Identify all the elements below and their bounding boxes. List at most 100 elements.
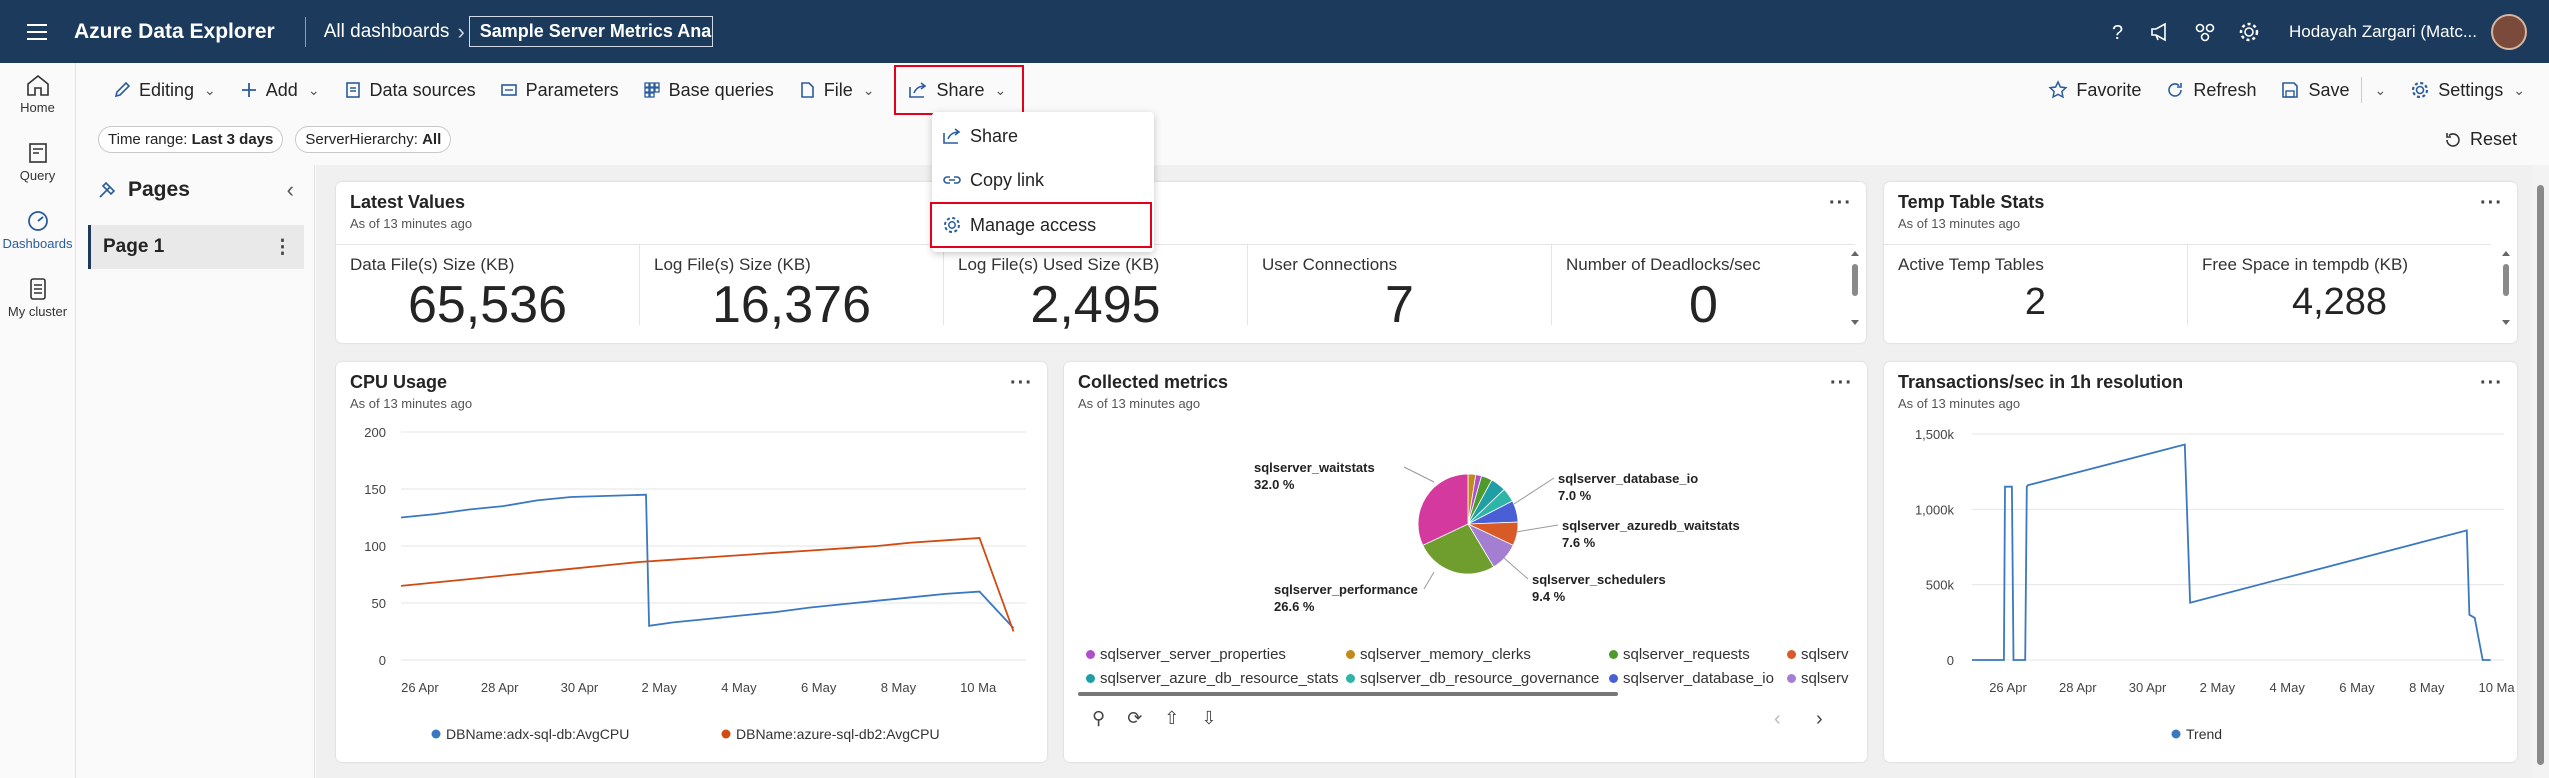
- kpi-scrollbar[interactable]: [1850, 250, 1860, 326]
- editing-button[interactable]: Editing ⌄: [101, 68, 228, 112]
- top-right-area: ? Hodayah Zargari (Matc...: [2095, 0, 2549, 63]
- data-sources-label: Data sources: [369, 79, 476, 100]
- kpi-value: 4,288: [2291, 281, 2388, 323]
- cluster-icon: [29, 278, 46, 300]
- kpi-row: Data File(s) Size (KB) 65,536 Log File(s…: [336, 244, 1855, 334]
- y-tick-label: 50: [372, 596, 386, 611]
- legend-item[interactable]: sqlserver_memory_clerks: [1346, 646, 1531, 663]
- legend-item[interactable]: sqlserver_azure_db_resource_stats: [1086, 670, 1338, 687]
- search-icon[interactable]: ⚲: [1092, 708, 1105, 729]
- more-icon[interactable]: ···: [1829, 192, 1852, 215]
- leader-line: [1423, 571, 1435, 590]
- x-tick-label: 2 May: [641, 680, 677, 695]
- save-button[interactable]: Save: [2268, 68, 2361, 112]
- legend-label: sqlserver_db_resource_governance: [1360, 670, 1600, 687]
- x-tick-label: 28 Apr: [481, 680, 519, 695]
- x-tick-label: 4 May: [721, 680, 757, 695]
- legend-item[interactable]: sqlserv: [1787, 646, 1849, 663]
- download-icon[interactable]: ⇩: [1201, 708, 1216, 729]
- save-icon: [2282, 82, 2299, 98]
- share-button[interactable]: Share ⌄: [894, 65, 1025, 115]
- kpi-card: Log File(s) Size (KB) 16,376: [640, 245, 944, 334]
- collapse-icon[interactable]: ‹: [287, 177, 294, 203]
- x-tick-label: 10 Ma: [960, 680, 997, 695]
- connections-icon[interactable]: [2183, 0, 2227, 63]
- share-icon: [909, 82, 927, 98]
- menu-item-manage-access[interactable]: Manage access: [930, 202, 1152, 248]
- help-icon[interactable]: ?: [2095, 0, 2139, 63]
- x-tick-label: 8 May: [881, 680, 917, 695]
- legend-item[interactable]: sqlserver_requests: [1609, 646, 1750, 663]
- kpi-label: User Connections: [1262, 255, 1398, 274]
- gear-icon[interactable]: [2227, 0, 2271, 63]
- kpi-card: Active Temp Tables 2: [1884, 245, 2188, 325]
- legend-item[interactable]: sqlserver_database_io: [1609, 670, 1774, 687]
- kpi-value: 2,495: [1030, 276, 1161, 334]
- top-bar: Azure Data Explorer All dashboards › Sam…: [0, 0, 2549, 63]
- time-range-value: Last 3 days: [191, 131, 274, 148]
- add-button[interactable]: Add ⌄: [228, 68, 332, 112]
- cpu-usage-tile: CPU Usage As of 13 minutes ago ··· 200 15…: [336, 362, 1047, 762]
- feedback-icon[interactable]: [2139, 0, 2183, 63]
- refresh-button[interactable]: Refresh: [2153, 68, 2268, 112]
- more-icon[interactable]: ···: [2480, 192, 2503, 215]
- x-tick-label: 10 Ma: [2478, 680, 2515, 695]
- file-button[interactable]: File ⌄: [786, 68, 887, 112]
- dashboard-name[interactable]: Sample Server Metrics Anal: [468, 16, 713, 47]
- toolbar-right: Favorite Refresh Save ⌄ Settings ⌄: [2036, 68, 2537, 112]
- legend-item[interactable]: sqlserver_db_resource_governance: [1346, 670, 1599, 687]
- nav-my-cluster[interactable]: My cluster: [0, 277, 75, 335]
- slice-label: sqlserver_azuredb_waitstats: [1562, 518, 1740, 533]
- menu-item-copy-link[interactable]: Copy link: [932, 158, 1154, 202]
- user-name[interactable]: Hodayah Zargari (Matc...: [2289, 22, 2477, 42]
- star-icon: [2048, 80, 2068, 99]
- parameters-button[interactable]: Parameters: [488, 68, 631, 112]
- export-icon[interactable]: ⇧: [1164, 708, 1179, 729]
- server-hierarchy-filter[interactable]: ServerHierarchy: All: [295, 126, 452, 153]
- data-sources-button[interactable]: Data sources: [332, 68, 488, 112]
- chevron-left-icon[interactable]: ‹: [1774, 708, 1781, 731]
- series-line: [400, 537, 1015, 632]
- y-tick-label: 100: [364, 539, 386, 554]
- menu-item-share[interactable]: Share: [932, 114, 1154, 158]
- filter-bar: Time range: Last 3 days ServerHierarchy:…: [75, 117, 2549, 162]
- more-icon[interactable]: ⋮: [273, 236, 292, 259]
- settings-button[interactable]: Settings ⌄: [2398, 68, 2537, 112]
- kpi-label: Log File(s) Size (KB): [654, 255, 811, 274]
- cpu-line-chart: 200 150 100 50 0 26 Apr 28 Apr 30 Apr 2 May 4 May…: [364, 425, 1026, 742]
- menu-item-share-label: Share: [970, 125, 1019, 146]
- legend-scrollbar[interactable]: [1078, 692, 1618, 696]
- legend-item[interactable]: sqlserver_server_properties: [1086, 646, 1286, 663]
- chart-tools: ⚲ ⟳ ⇧ ⇩: [1092, 708, 1216, 729]
- nav-query[interactable]: Query: [0, 141, 75, 199]
- add-label: Add: [265, 79, 298, 100]
- time-range-filter[interactable]: Time range: Last 3 days: [98, 126, 284, 153]
- kpi-label: Free Space in tempdb (KB): [2202, 255, 2408, 274]
- save-options-button[interactable]: ⌄: [2362, 68, 2398, 112]
- favorite-button[interactable]: Favorite: [2036, 68, 2153, 112]
- kpi-scrollbar[interactable]: [2501, 250, 2511, 326]
- refresh-label: Refresh: [2193, 79, 2257, 100]
- legend-label: sqlserver_database_io: [1623, 670, 1774, 687]
- page-item[interactable]: Page 1 ⋮: [88, 225, 304, 269]
- share-label: Share: [936, 79, 985, 100]
- base-queries-button[interactable]: Base queries: [631, 68, 786, 112]
- legend-item[interactable]: sqlserv: [1787, 670, 1849, 687]
- vertical-scrollbar[interactable]: [2532, 165, 2549, 778]
- app-title[interactable]: Azure Data Explorer: [74, 20, 275, 44]
- slice-label: sqlserver_waitstats: [1254, 460, 1375, 475]
- chevron-right-icon[interactable]: ›: [1816, 708, 1823, 731]
- nav-dashboards[interactable]: Dashboards: [0, 209, 75, 267]
- tile-title: Latest Values: [350, 192, 466, 212]
- pan-icon[interactable]: ⟳: [1127, 708, 1142, 729]
- breadcrumb-all-dashboards[interactable]: All dashboards: [324, 21, 450, 43]
- reset-button[interactable]: Reset: [2444, 129, 2517, 150]
- temp-table-stats-tile: Temp Table Stats As of 13 minutes ago ··…: [1884, 182, 2517, 343]
- kpi-card: Free Space in tempdb (KB) 4,288: [2188, 245, 2491, 325]
- avatar[interactable]: [2491, 13, 2527, 50]
- legend-marker: [1787, 650, 1796, 659]
- y-tick-label: 0: [1947, 653, 1954, 668]
- menu-icon[interactable]: [0, 0, 74, 63]
- nav-home[interactable]: Home: [0, 73, 75, 131]
- scrollbar-thumb[interactable]: [2537, 185, 2544, 765]
